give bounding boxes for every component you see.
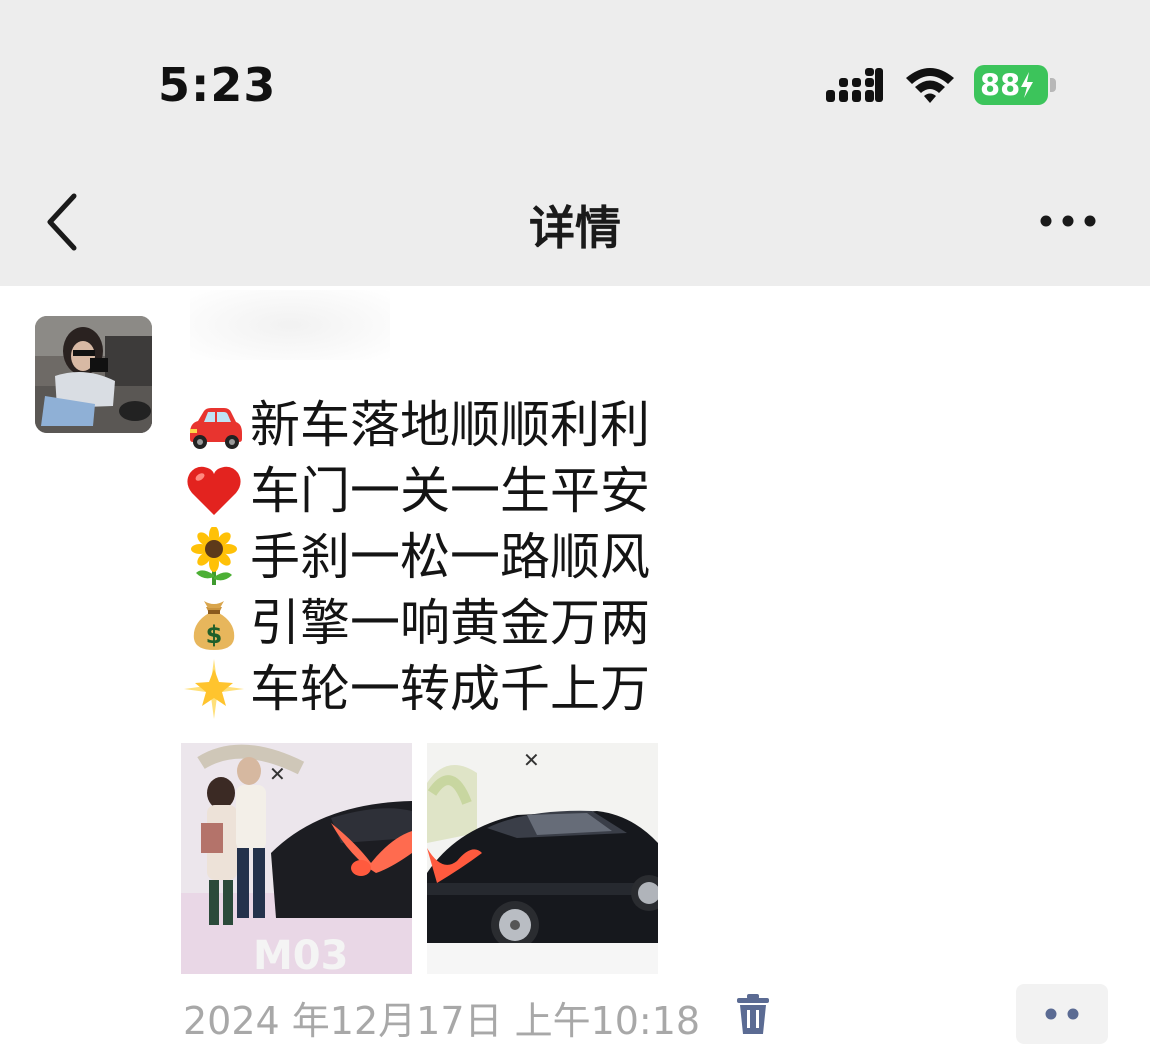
charging-bolt-icon: [1021, 72, 1034, 98]
car-emoji-icon: [190, 408, 242, 449]
post-line: 新车落地顺顺利利: [184, 392, 650, 458]
post-line-text: 车门一关一生平安: [250, 462, 650, 520]
post-photo-2[interactable]: ✕: [427, 743, 658, 974]
wifi-icon: [906, 68, 954, 103]
more-actions-dots-icon: [1045, 1008, 1079, 1020]
post-line: 手刹一松一路顺风: [184, 524, 650, 590]
signal-bars-icon: [826, 68, 883, 102]
post-line-text: 手刹一松一路顺风: [250, 528, 650, 586]
svg-text:$: $: [206, 621, 223, 649]
sunflower-emoji-icon: [191, 527, 237, 585]
avatar[interactable]: [35, 316, 152, 433]
comment-action-button[interactable]: [1016, 984, 1108, 1044]
delete-trash-icon[interactable]: [733, 992, 773, 1036]
money-bag-emoji-icon: $: [193, 601, 235, 650]
post-line: 车门一关一生平安: [184, 458, 650, 524]
post-line-text: 引擎一响黄金万两: [250, 594, 650, 652]
post-line: $ 引擎一响黄金万两: [184, 590, 650, 656]
post-timestamp: 2024 年12月17日 上午10:18: [183, 999, 701, 1043]
photo-label: M03: [253, 933, 348, 974]
username-obscured: [190, 290, 390, 360]
heart-emoji-icon: [187, 466, 241, 515]
post-line: 车轮一转成千上万: [184, 656, 650, 722]
post-line-text: 车轮一转成千上万: [250, 660, 650, 718]
battery-level: 88: [980, 68, 1021, 102]
page-title: 详情: [529, 201, 621, 255]
status-time: 5:23: [158, 58, 277, 112]
post-line-text: 新车落地顺顺利利: [250, 396, 650, 454]
battery-indicator: 88: [974, 65, 1056, 105]
star-emoji-icon: [184, 659, 244, 719]
post-photo-1[interactable]: ✕ M03: [181, 743, 412, 974]
svg-text:✕: ✕: [269, 762, 286, 786]
svg-text:✕: ✕: [523, 748, 540, 772]
post-content: 新车落地顺顺利利 车门一关一生平安 手刹一松一路顺风 $ 引擎一响黄金万两 车轮…: [184, 392, 650, 722]
more-dots-icon[interactable]: [1036, 206, 1100, 236]
